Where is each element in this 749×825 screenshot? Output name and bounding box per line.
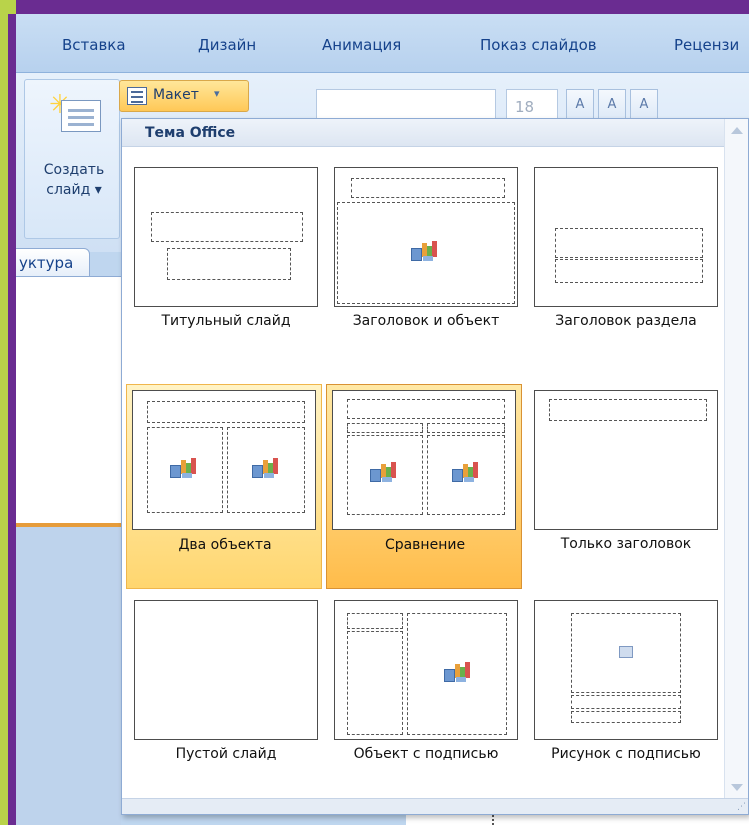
gallery-scrollbar[interactable]	[724, 119, 748, 799]
slides-panel-background	[16, 527, 121, 825]
layout-thumbnail	[134, 600, 318, 740]
new-slide-label-line1: Создать	[43, 162, 105, 178]
layout-picture-with-caption[interactable]: Рисунок с подписью	[528, 594, 724, 799]
layout-icon	[127, 87, 147, 105]
layout-label: Заголовок раздела	[555, 313, 697, 329]
tab-insert[interactable]: Вставка	[62, 36, 126, 54]
chart-icon	[170, 458, 198, 478]
title-placeholder	[347, 613, 403, 629]
title-placeholder	[571, 695, 681, 709]
tab-animation[interactable]: Анимация	[322, 36, 401, 54]
layout-thumbnail	[534, 390, 718, 530]
shrink-font-icon: A	[607, 97, 617, 112]
tab-slide-show[interactable]: Показ слайдов	[480, 36, 597, 54]
right-content-placeholder	[427, 435, 505, 515]
title-placeholder	[351, 178, 505, 198]
gallery-title: Тема Office	[145, 125, 236, 141]
window-frame-left-border	[8, 14, 16, 825]
gallery-footer: ⋰	[122, 798, 748, 814]
left-content-placeholder	[347, 435, 423, 515]
font-family-select[interactable]	[316, 89, 496, 121]
ribbon-tab-bar: Вставка Дизайн Анимация Показ слайдов Ре…	[16, 14, 749, 72]
text-placeholder	[555, 259, 703, 283]
layout-title-slide[interactable]: Титульный слайд	[128, 161, 324, 366]
layout-label: Два объекта	[178, 537, 272, 553]
layout-comparison[interactable]: Сравнение	[326, 384, 522, 589]
left-content-placeholder	[147, 427, 223, 513]
scroll-up-icon[interactable]	[731, 127, 743, 134]
caption-placeholder	[571, 711, 681, 723]
layout-button[interactable]: Макет ▾	[119, 80, 249, 112]
layout-button-label: Макет	[153, 87, 199, 103]
title-placeholder	[347, 399, 505, 419]
title-placeholder	[549, 399, 707, 421]
window-frame-top	[0, 0, 749, 14]
layout-label: Пустой слайд	[175, 746, 277, 762]
layout-label: Заголовок и объект	[352, 313, 500, 329]
right-content-placeholder	[227, 427, 305, 513]
layout-label: Только заголовок	[560, 536, 692, 552]
layout-thumbnail	[334, 167, 518, 307]
layout-content-with-caption[interactable]: Объект с подписью	[328, 594, 524, 799]
layout-blank[interactable]: Пустой слайд	[128, 594, 324, 799]
tab-design[interactable]: Дизайн	[198, 36, 256, 54]
layout-title-and-content[interactable]: Заголовок и объект	[328, 161, 524, 366]
chevron-down-icon: ▾	[214, 87, 220, 100]
new-slide-label: Создать слайд ▾	[29, 160, 119, 200]
left-heading-placeholder	[347, 423, 423, 433]
font-size-value: 18	[515, 98, 535, 116]
subtitle-placeholder	[167, 248, 291, 280]
resize-grip-icon[interactable]: ⋰	[737, 803, 746, 812]
chart-icon	[411, 241, 439, 261]
layout-label: Титульный слайд	[161, 313, 291, 329]
layout-thumbnail	[534, 167, 718, 307]
layout-section-header[interactable]: Заголовок раздела	[528, 161, 724, 366]
tab-outline[interactable]: уктура	[16, 248, 90, 278]
font-size-select[interactable]: 18	[506, 89, 558, 121]
tab-review[interactable]: Рецензи	[674, 36, 739, 54]
new-slide-icon	[61, 100, 101, 132]
layout-thumbnail	[132, 390, 316, 530]
content-placeholder	[337, 202, 515, 304]
title-placeholder	[147, 401, 305, 423]
grow-font-icon: A	[575, 97, 585, 112]
layout-thumbnail	[534, 600, 718, 740]
new-slide-button[interactable]: ✳ Создать слайд ▾	[24, 79, 120, 239]
layout-thumbnail	[134, 167, 318, 307]
layout-label: Сравнение	[384, 537, 466, 553]
picture-icon	[619, 646, 633, 658]
slides-panel	[16, 276, 121, 526]
layout-label: Рисунок с подписью	[551, 746, 701, 762]
title-placeholder	[555, 228, 703, 258]
chart-icon	[252, 458, 280, 478]
grow-font-button[interactable]: A	[566, 89, 594, 121]
layout-two-content[interactable]: Два объекта	[126, 384, 322, 589]
picture-placeholder	[571, 613, 681, 693]
gallery-header: Тема Office	[122, 119, 726, 147]
caption-placeholder	[347, 631, 403, 735]
clear-format-icon: A	[639, 97, 649, 112]
layout-label: Объект с подписью	[353, 746, 499, 762]
powerpoint-window: Вставка Дизайн Анимация Показ слайдов Ре…	[16, 14, 749, 825]
chart-icon	[370, 462, 398, 482]
new-slide-label-line2: слайд ▾	[46, 182, 102, 198]
scroll-down-icon[interactable]	[731, 784, 743, 791]
chart-icon	[452, 462, 480, 482]
layout-thumbnail	[332, 390, 516, 530]
layout-title-only[interactable]: Только заголовок	[528, 384, 724, 589]
title-placeholder	[151, 212, 303, 242]
clear-format-button[interactable]: A	[630, 89, 658, 121]
shrink-font-button[interactable]: A	[598, 89, 626, 121]
content-placeholder	[407, 613, 507, 735]
layout-thumbnail	[334, 600, 518, 740]
layout-gallery-dropdown: Тема Office Титульный слайд Заголовок и …	[121, 118, 749, 815]
right-heading-placeholder	[427, 423, 505, 433]
chart-icon	[444, 662, 472, 682]
